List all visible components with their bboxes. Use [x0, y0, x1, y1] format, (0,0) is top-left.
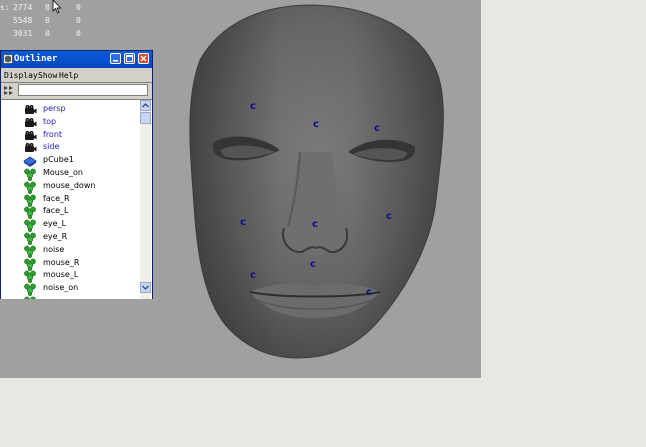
scroll-thumb[interactable]	[140, 112, 151, 124]
outliner-item[interactable]	[1, 294, 139, 299]
cluster-icon	[23, 256, 37, 271]
outliner-item-label: eye_R	[43, 232, 68, 241]
hud-row: 5548 0 0	[0, 13, 90, 26]
outliner-item[interactable]: face_L	[1, 204, 139, 220]
window-title: Outliner	[14, 54, 58, 64]
camera-icon	[23, 128, 37, 141]
outliner-item-label: front	[43, 129, 63, 139]
outliner-window[interactable]: Outliner Display Show Help persp top front…	[0, 50, 153, 299]
cluster-icon	[23, 243, 37, 258]
ctrl-cheek-left[interactable]: c	[240, 218, 246, 228]
cluster-icon	[23, 230, 37, 246]
outliner-app-icon	[3, 54, 13, 64]
maximize-icon	[126, 55, 133, 62]
ctrl-forehead-left[interactable]: c	[250, 102, 256, 112]
cluster-icon	[23, 217, 37, 233]
cluster-icon	[23, 204, 37, 220]
scroll-down-button[interactable]	[140, 282, 151, 293]
menu-bar: Display Show Help	[1, 70, 152, 82]
outliner-item[interactable]: mouse_R	[1, 256, 139, 271]
ctrl-nose[interactable]: c	[312, 220, 318, 230]
outliner-item[interactable]: Mouse_on	[1, 166, 139, 182]
outliner-item[interactable]: mouse_down	[1, 179, 139, 194]
outliner-item[interactable]: mouse_L	[1, 268, 139, 284]
filter-input[interactable]	[18, 84, 148, 96]
outliner-item-label: face_L	[43, 206, 69, 216]
outliner-item-label: pCube1	[43, 155, 74, 165]
hud-value: 0	[76, 29, 81, 38]
mouse-cursor-icon	[52, 0, 62, 14]
outliner-item-label: noise	[43, 244, 65, 254]
maximize-button[interactable]	[124, 53, 135, 64]
hud-row: s: 2774 0 0	[0, 0, 90, 13]
cluster-icon	[23, 281, 37, 297]
hud-value: 0	[45, 29, 50, 38]
vertical-scrollbar[interactable]	[140, 100, 151, 299]
outliner-titlebar[interactable]: Outliner	[1, 51, 152, 68]
poly-count-hud: s: 2774 0 0 5548 0 0 3031 0 0	[0, 0, 90, 39]
outliner-item-label: mouse_R	[43, 257, 80, 267]
outliner-list[interactable]: persp top front side pCube1 Mouse_on mouse_dow…	[1, 99, 152, 299]
outliner-item[interactable]: side	[1, 140, 139, 153]
hud-value: 3031	[13, 29, 33, 38]
outliner-item[interactable]: pCube1	[1, 153, 139, 168]
cluster-icon	[23, 294, 37, 299]
minimize-icon	[113, 60, 118, 62]
cluster-icon	[23, 179, 37, 194]
ctrl-forehead-right[interactable]: c	[374, 124, 380, 134]
ctrl-mouth-corner-left[interactable]: c	[250, 271, 256, 281]
outliner-item-label: mouse_down	[43, 180, 96, 190]
menu-help[interactable]: Help	[59, 71, 78, 81]
outliner-item-label: mouse_L	[43, 270, 79, 280]
minimize-button[interactable]	[110, 53, 121, 64]
outliner-toolbar	[1, 82, 152, 99]
hud-row: 3031 0 0	[0, 26, 90, 39]
outliner-item[interactable]: persp	[1, 102, 139, 115]
outliner-item[interactable]: eye_R	[1, 230, 139, 246]
scroll-up-button[interactable]	[140, 100, 151, 111]
outliner-item[interactable]: top	[1, 115, 139, 128]
outliner-item-label: side	[43, 142, 60, 152]
outliner-item-label: noise_on	[43, 283, 79, 293]
mesh-icon	[23, 153, 37, 168]
outliner-item[interactable]: front	[1, 128, 139, 141]
arrow-down-icon	[142, 285, 149, 290]
ctrl-cheek-right[interactable]: c	[386, 212, 392, 222]
camera-icon	[23, 102, 37, 115]
outliner-item-label: persp	[43, 104, 66, 113]
outliner-item-label: top	[43, 116, 57, 126]
ctrl-mouth-corner-right[interactable]: c	[366, 288, 372, 298]
camera-icon	[23, 115, 37, 128]
close-button[interactable]	[138, 53, 149, 64]
outliner-item[interactable]: eye_L	[1, 217, 139, 233]
cluster-icon	[23, 268, 37, 284]
menu-display[interactable]: Display	[4, 71, 38, 81]
close-icon	[140, 55, 147, 62]
outliner-item[interactable]: noise	[1, 243, 139, 258]
arrow-up-icon	[142, 103, 149, 108]
cluster-icon	[23, 166, 37, 182]
outliner-item[interactable]: noise_on	[1, 281, 139, 297]
outliner-item-label: eye_L	[43, 219, 67, 229]
camera-icon	[23, 140, 37, 153]
outliner-item-label: Mouse_on	[43, 168, 83, 177]
ctrl-upper-lip[interactable]: c	[310, 260, 316, 270]
menu-show[interactable]: Show	[38, 71, 57, 81]
outliner-item[interactable]: face_R	[1, 192, 139, 207]
outliner-item-label: face_R	[43, 193, 70, 203]
cluster-icon	[23, 192, 37, 207]
expand-arrows-icon[interactable]	[3, 85, 16, 96]
ctrl-forehead-center[interactable]: c	[313, 120, 319, 130]
